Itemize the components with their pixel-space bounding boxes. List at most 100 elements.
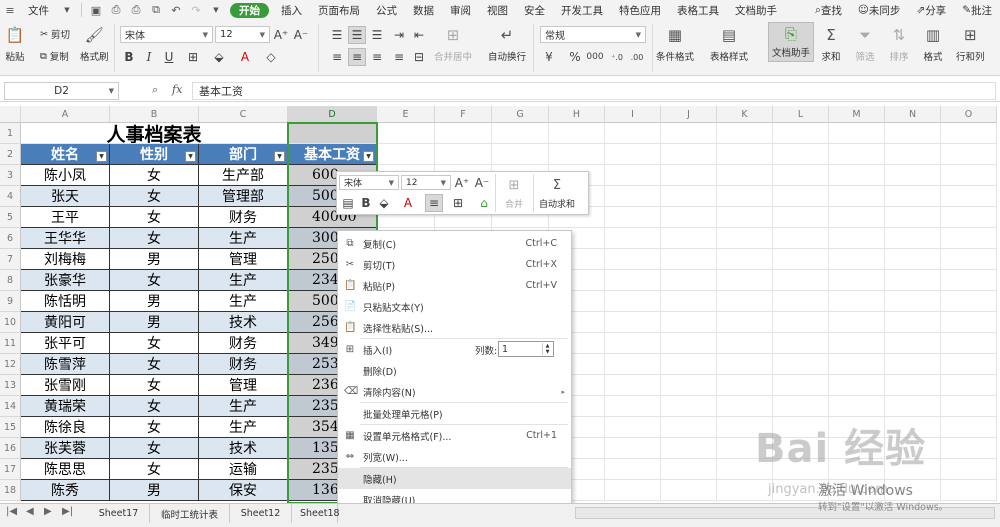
tab-security[interactable]: 安全 (516, 0, 553, 20)
cell[interactable] (885, 354, 941, 375)
cell[interactable] (885, 333, 941, 354)
table-cell[interactable]: 男 (110, 291, 199, 312)
next-sheet-icon[interactable]: ▶ (44, 506, 52, 517)
cell[interactable] (605, 249, 661, 270)
table-cell[interactable]: 财务 (199, 354, 288, 375)
tab-home[interactable]: 开始 (230, 2, 269, 18)
cell[interactable] (885, 459, 941, 480)
cell[interactable] (717, 417, 773, 438)
row-header[interactable]: 14 (0, 396, 21, 417)
cell[interactable] (605, 291, 661, 312)
cell[interactable] (661, 438, 717, 459)
cell[interactable] (941, 123, 997, 144)
cell[interactable] (717, 291, 773, 312)
cell[interactable] (885, 270, 941, 291)
fill-color-icon[interactable]: ⬙ (375, 194, 393, 212)
cell[interactable] (829, 417, 885, 438)
table-cell[interactable]: 生产 (199, 417, 288, 438)
increase-decimal-icon[interactable]: ⁺.0 (608, 48, 626, 66)
align-right-icon[interactable]: ≡ (368, 48, 386, 66)
cell[interactable] (717, 375, 773, 396)
format-button[interactable]: ▥ 格式 (922, 24, 944, 63)
cell[interactable] (661, 354, 717, 375)
table-cell[interactable]: 保安 (199, 480, 288, 501)
decrease-decimal-icon[interactable]: .00 (628, 48, 646, 66)
row-header[interactable]: 8 (0, 270, 21, 291)
table-cell[interactable]: 陈思思 (21, 459, 110, 480)
hamburger-icon[interactable]: ≡ (2, 2, 18, 18)
save-icon[interactable]: ▣ (88, 2, 104, 18)
context-menu-item[interactable]: ⊞ 插入(I) 列数: 1 ▲ ▼ (338, 339, 571, 360)
table-cell[interactable]: 王平 (21, 207, 110, 228)
cell[interactable] (661, 396, 717, 417)
mini-merge-button[interactable]: ⊞ 合并 (503, 174, 525, 211)
table-cell[interactable]: 管理 (199, 375, 288, 396)
cell[interactable] (717, 249, 773, 270)
table-cell[interactable]: 黄瑞荣 (21, 396, 110, 417)
table-cell[interactable]: 张平可 (21, 333, 110, 354)
cell[interactable] (435, 144, 492, 165)
tab-page-layout[interactable]: 页面布局 (310, 0, 368, 20)
cell[interactable] (941, 186, 997, 207)
chevron-down-icon[interactable]: ▼ (59, 2, 75, 18)
cell[interactable] (717, 186, 773, 207)
cell[interactable] (717, 207, 773, 228)
cell[interactable] (885, 123, 941, 144)
clear-format-icon[interactable]: ◇ (262, 48, 280, 66)
cell[interactable] (605, 354, 661, 375)
table-cell[interactable]: 女 (110, 354, 199, 375)
table-cell[interactable]: 陈恬明 (21, 291, 110, 312)
cell[interactable] (773, 123, 829, 144)
cell[interactable] (941, 417, 997, 438)
table-cell[interactable]: 男 (110, 249, 199, 270)
bold-button[interactable]: B (120, 48, 138, 66)
table-cell[interactable]: 生产 (199, 270, 288, 291)
row-header[interactable]: 11 (0, 333, 21, 354)
cell[interactable] (717, 354, 773, 375)
cell[interactable] (605, 270, 661, 291)
currency-icon[interactable]: ¥ (540, 48, 558, 66)
cell[interactable] (941, 375, 997, 396)
cell[interactable] (885, 396, 941, 417)
sheet-tab[interactable]: Sheet12 (230, 504, 292, 523)
table-cell[interactable]: 女 (110, 270, 199, 291)
column-header-o[interactable]: O (941, 106, 997, 123)
cell[interactable] (717, 480, 773, 501)
cell[interactable] (605, 438, 661, 459)
cell[interactable] (885, 438, 941, 459)
table-cell[interactable]: 技术 (199, 312, 288, 333)
cell[interactable] (773, 396, 829, 417)
conditional-format-button[interactable]: ▦ 条件格式 (656, 24, 694, 63)
context-menu-item[interactable]: ⇔ 列宽(W)... (338, 446, 571, 467)
cell[interactable] (885, 186, 941, 207)
context-menu-item[interactable]: 📋 粘贴(P) Ctrl+V (338, 275, 571, 296)
row-header[interactable]: 3 (0, 165, 21, 186)
cell[interactable] (773, 207, 829, 228)
cell[interactable] (885, 375, 941, 396)
tab-data[interactable]: 数据 (405, 0, 442, 20)
cell[interactable] (435, 123, 492, 144)
filter-dropdown-icon[interactable]: ▼ (274, 151, 285, 162)
align-middle-icon[interactable]: ☰ (348, 26, 366, 44)
context-menu-item[interactable]: ⌫ 清除内容(N) ▸ (338, 381, 571, 402)
cell[interactable] (773, 375, 829, 396)
cell[interactable] (941, 270, 997, 291)
cell[interactable] (661, 312, 717, 333)
cell[interactable] (717, 312, 773, 333)
mini-font-name-select[interactable]: 宋体 ▼ (339, 175, 399, 190)
table-cell[interactable]: 女 (110, 459, 199, 480)
column-header-e[interactable]: E (377, 106, 435, 123)
cell[interactable] (377, 123, 435, 144)
cell[interactable] (829, 144, 885, 165)
cell[interactable] (941, 207, 997, 228)
tab-doc-assistant[interactable]: 文档助手 (727, 0, 785, 20)
table-cell[interactable]: 陈雪萍 (21, 354, 110, 375)
row-header[interactable]: 13 (0, 375, 21, 396)
cell[interactable] (941, 165, 997, 186)
cell[interactable] (605, 165, 661, 186)
context-menu-item[interactable]: 删除(D) (338, 360, 571, 381)
row-header[interactable]: 6 (0, 228, 21, 249)
row-col-button[interactable]: ⊞ 行和列 (956, 24, 985, 63)
export-icon[interactable]: ⧉ (148, 2, 164, 18)
increase-font-icon[interactable]: A⁺ (453, 174, 471, 192)
